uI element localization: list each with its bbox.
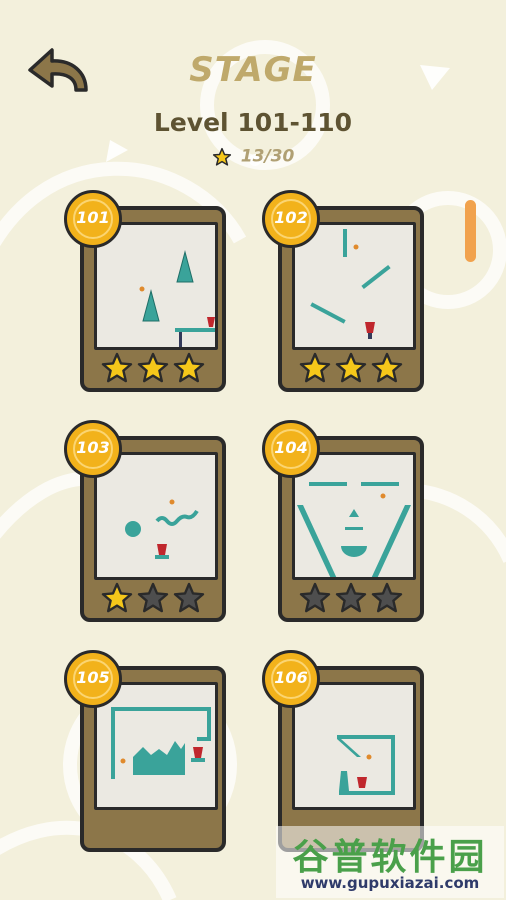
level-badge: 105 [64, 650, 122, 708]
star-rating [84, 352, 222, 384]
watermark-title: 谷普软件园 [292, 837, 488, 878]
star-rating [282, 582, 420, 614]
level-number: 103 [76, 438, 110, 457]
level-103-preview-art [125, 499, 199, 559]
star-filled-icon [101, 352, 133, 383]
star-rating [282, 352, 420, 384]
level-number: 102 [274, 208, 308, 227]
star-empty-icon [371, 582, 403, 613]
star-empty-icon [137, 582, 169, 613]
level-badge: 103 [64, 420, 122, 478]
level-preview [94, 682, 218, 810]
star-icon [212, 147, 231, 166]
level-101-preview-art [139, 250, 215, 347]
level-preview [292, 682, 416, 810]
level-preview [94, 222, 218, 350]
star-empty-icon [299, 582, 331, 613]
star-empty-icon [335, 582, 367, 613]
level-106-preview-art [337, 735, 395, 795]
watermark-url: www.gupuxiazai.com [300, 874, 480, 892]
level-105-preview-art [111, 707, 211, 779]
star-count: 13/30 [240, 146, 295, 167]
star-filled-icon [137, 352, 169, 383]
level-number: 104 [274, 438, 308, 457]
level-badge: 101 [64, 190, 122, 248]
level-preview [292, 222, 416, 350]
level-number: 101 [76, 208, 110, 227]
level-badge: 102 [262, 190, 320, 248]
watermark: 谷普软件园 www.gupuxiazai.com [276, 826, 504, 898]
level-badge: 106 [262, 650, 320, 708]
page-title: STAGE [189, 50, 317, 90]
star-filled-icon [335, 352, 367, 383]
star-filled-icon [299, 352, 331, 383]
level-preview [292, 452, 416, 580]
star-rating [84, 582, 222, 614]
level-range-title: Level 101-110 [153, 108, 353, 137]
scrollbar-thumb[interactable] [465, 200, 476, 262]
level-number: 105 [76, 668, 110, 687]
star-filled-icon [371, 352, 403, 383]
star-filled-icon [173, 352, 205, 383]
total-stars: 13/30 [0, 146, 506, 167]
level-102-preview-art [310, 229, 391, 339]
level-badge: 104 [262, 420, 320, 478]
level-preview [94, 452, 218, 580]
level-104-preview-art [297, 482, 411, 577]
star-empty-icon [173, 582, 205, 613]
star-filled-icon [101, 582, 133, 613]
level-number: 106 [274, 668, 308, 687]
